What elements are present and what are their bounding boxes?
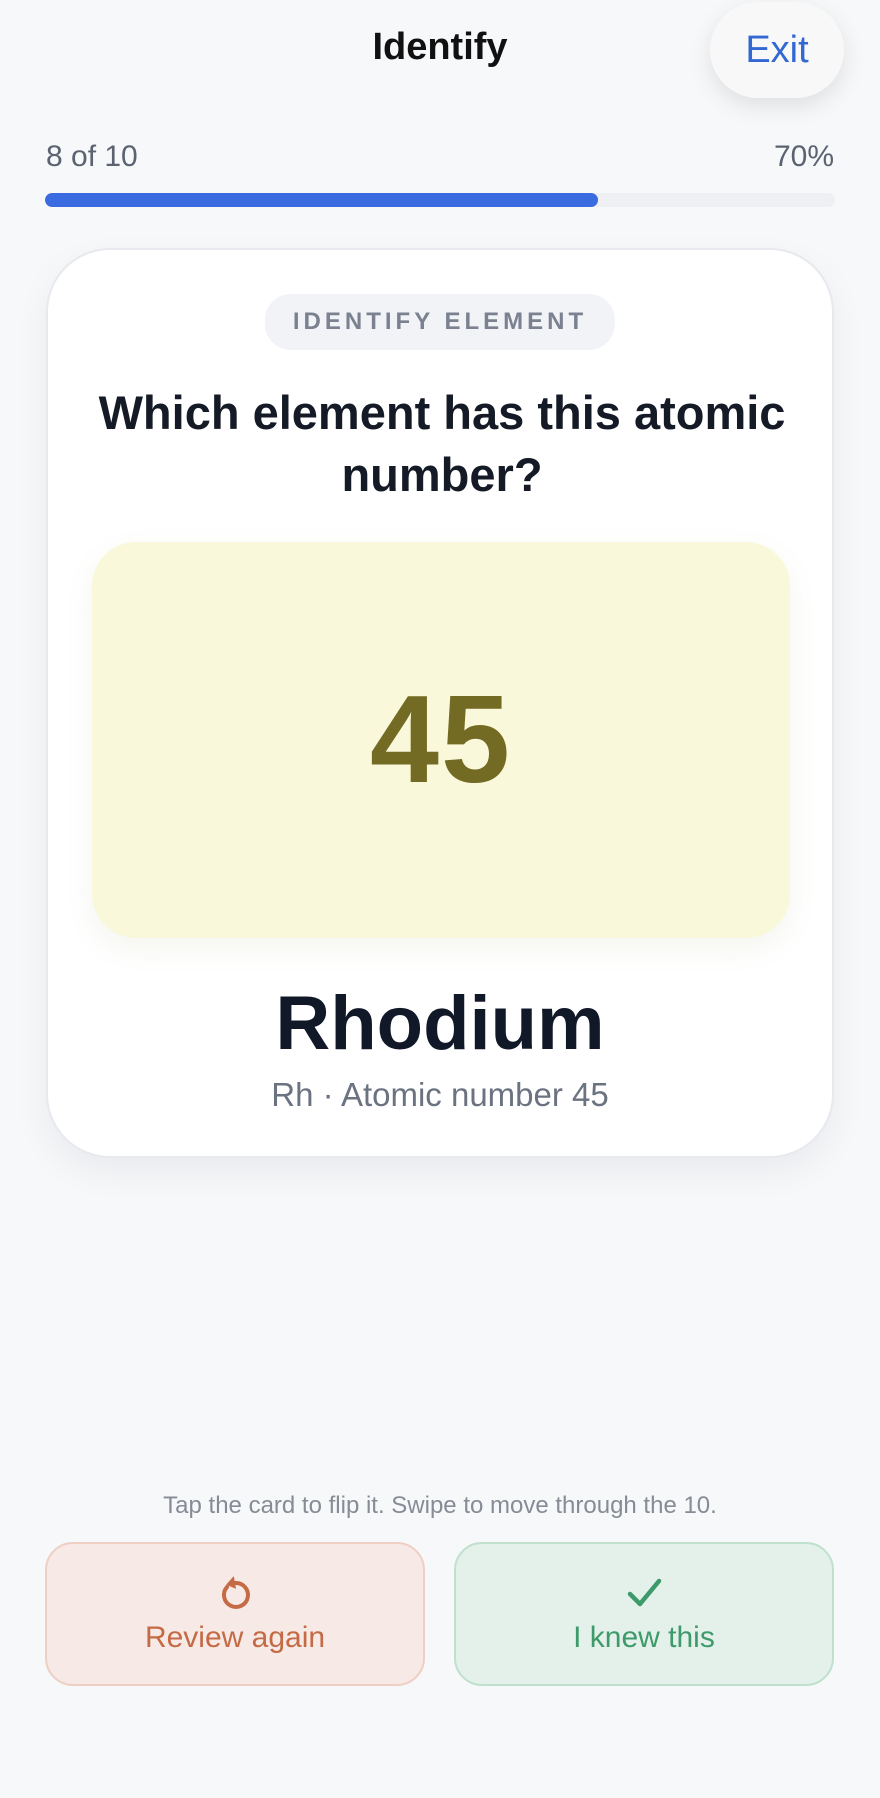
answer-element-name: Rhodium [275,981,605,1066]
card-question: Which element has this atomic number? [98,386,786,501]
instruction-hint: Tap the card to flip it. Swipe to move t… [163,1492,717,1519]
progress-percent: 70% [773,140,834,173]
progress-bar-fill [45,193,598,207]
atomic-number-box: 45 [92,542,790,938]
answer-element-detail: Rh · Atomic number 45 [271,1076,609,1113]
retry-arrow-icon [221,1576,250,1609]
review-again-label: Review again [144,1621,326,1654]
knew-this-label: I knew this [573,1621,715,1654]
progress-count: 8 of 10 [46,140,138,173]
atomic-number-value: 45 [370,671,512,809]
progress-bar [45,193,835,207]
flashcard-screen: Identify Exit 8 of 10 70% IDENTIFY ELEME… [0,0,880,1798]
knew-this-button[interactable]: I knew this [454,1542,834,1686]
checkmark-icon [627,1578,662,1607]
exit-button[interactable]: Exit [710,2,844,98]
review-again-button[interactable]: Review again [45,1542,425,1686]
flashcard[interactable]: IDENTIFY ELEMENT Which element has this … [46,248,834,1158]
card-category-tag: IDENTIFY ELEMENT [264,294,616,350]
